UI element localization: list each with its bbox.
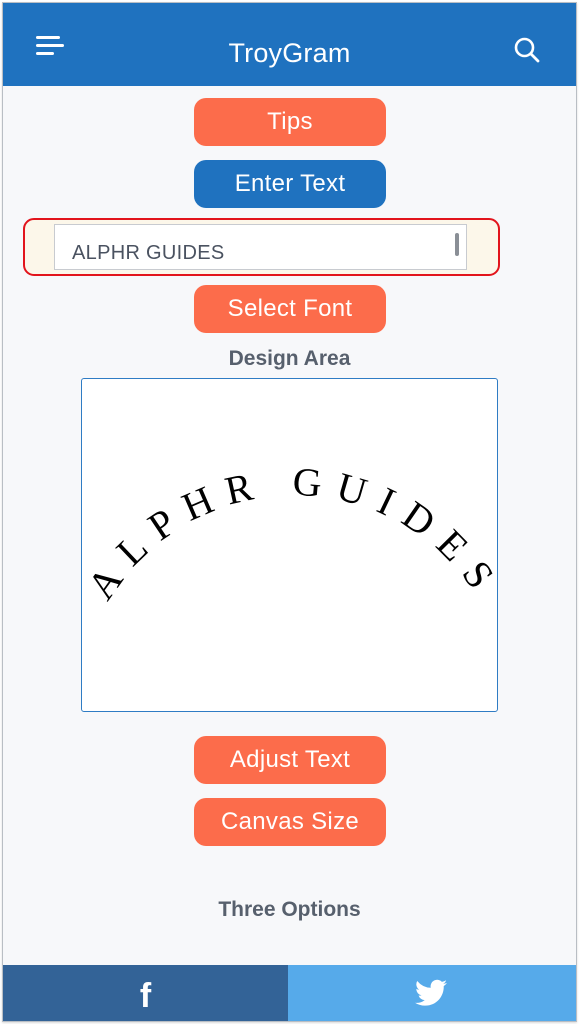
adjust-text-button[interactable]: Adjust Text (194, 736, 386, 784)
curved-text-svg: ALPHR GUIDES (82, 458, 497, 607)
text-input[interactable]: ALPHR GUIDES (54, 224, 467, 270)
search-icon[interactable] (513, 36, 541, 64)
share-footer: f (3, 965, 576, 1021)
twitter-share-button[interactable] (288, 965, 576, 1021)
three-options-label: Three Options (218, 898, 361, 921)
text-input-value: ALPHR GUIDES (72, 242, 225, 264)
input-scrollbar[interactable] (455, 233, 459, 256)
design-area-label: Design Area (228, 347, 351, 370)
app-title: TroyGram (228, 38, 351, 68)
select-font-button[interactable]: Select Font (194, 285, 386, 333)
app-frame: TroyGram Tips Enter Text ALPHR GUIDES Se… (2, 2, 577, 1022)
facebook-share-button[interactable]: f (3, 965, 288, 1021)
app-header: TroyGram (3, 3, 576, 86)
design-area-canvas[interactable]: ALPHR GUIDES (81, 378, 498, 712)
enter-text-button[interactable]: Enter Text (194, 160, 386, 208)
tips-button[interactable]: Tips (194, 98, 386, 146)
twitter-icon (415, 979, 447, 1006)
svg-text:ALPHR GUIDES: ALPHR GUIDES (82, 458, 497, 607)
facebook-icon: f (139, 977, 152, 1015)
curved-text: ALPHR GUIDES (82, 458, 497, 607)
canvas-size-button[interactable]: Canvas Size (194, 798, 386, 846)
